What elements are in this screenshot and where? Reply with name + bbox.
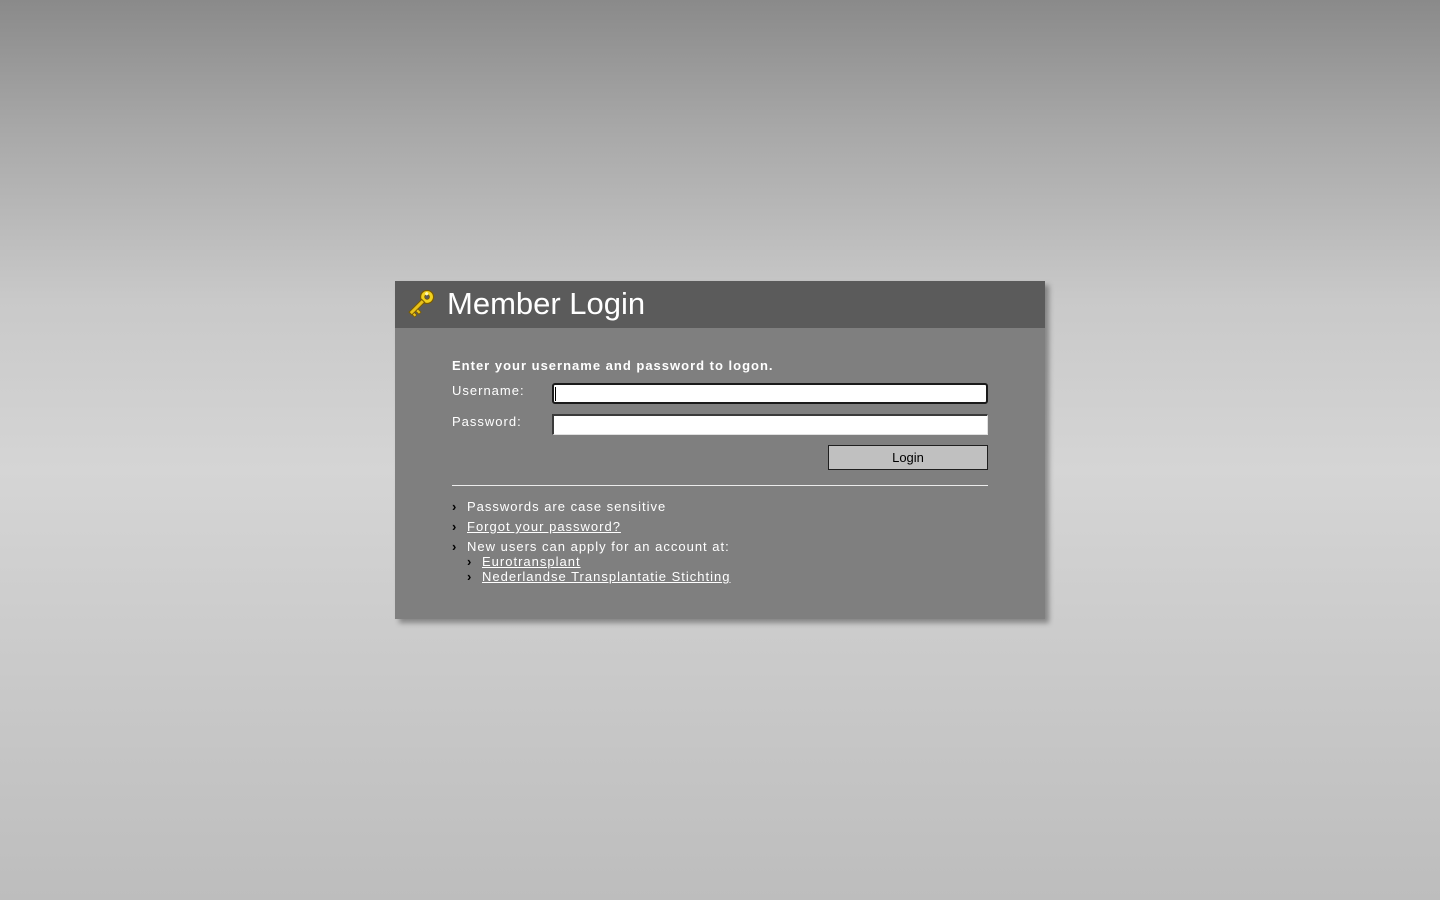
page-title: Member Login — [447, 286, 646, 321]
key-icon — [403, 287, 437, 321]
login-button[interactable]: Login — [828, 445, 988, 470]
panel-header: Member Login — [395, 281, 1045, 328]
chevron-right-icon: › — [452, 519, 457, 534]
username-input[interactable] — [552, 383, 988, 404]
password-label: Password: — [452, 414, 522, 429]
username-label: Username: — [452, 383, 525, 398]
chevron-right-icon: › — [452, 499, 457, 514]
case-sensitive-note: Passwords are case sensitive — [467, 499, 667, 514]
chevron-right-icon: › — [467, 569, 472, 584]
password-input[interactable] — [552, 414, 988, 435]
login-instructions: Enter your username and password to logo… — [452, 358, 774, 373]
chevron-right-icon: › — [467, 554, 472, 569]
divider — [452, 485, 988, 486]
login-panel: Member Login Enter your username and pas… — [395, 281, 1045, 619]
nts-link[interactable]: Nederlandse Transplantatie Stichting — [482, 569, 730, 585]
text-cursor — [555, 387, 556, 401]
apply-note: New users can apply for an account at: — [467, 539, 730, 554]
eurotransplant-link[interactable]: Eurotransplant — [482, 554, 581, 570]
forgot-password-link[interactable]: Forgot your password? — [467, 519, 621, 535]
chevron-right-icon: › — [452, 539, 457, 554]
